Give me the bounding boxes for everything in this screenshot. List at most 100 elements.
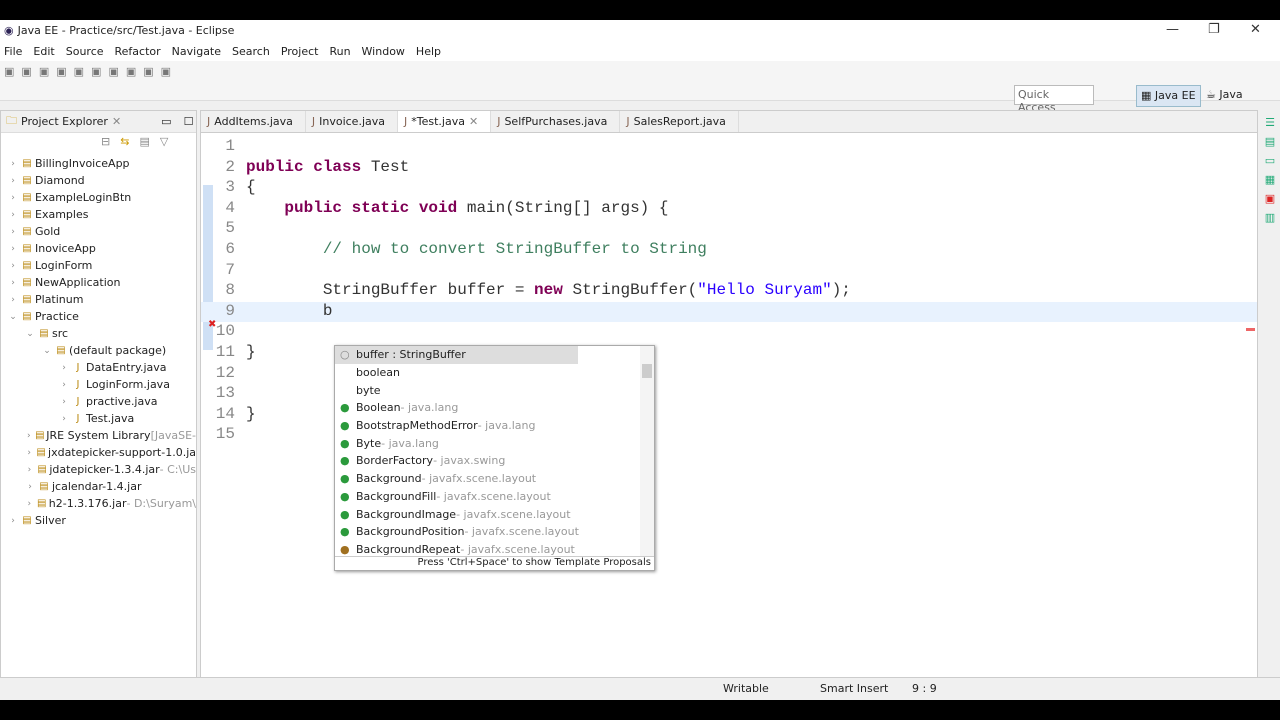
chevron-right-icon[interactable]: › [58, 397, 70, 407]
close-button[interactable]: ✕ [1250, 22, 1261, 37]
completion-item[interactable]: boolean [335, 364, 654, 382]
close-tab-icon[interactable]: ✕ [469, 115, 478, 132]
tree-item[interactable]: › ▤ jdatepicker-1.3.4.jar - C:\Us [1, 461, 196, 478]
markers-icon[interactable]: ▣ [1265, 192, 1275, 205]
chevron-right-icon[interactable]: › [7, 278, 19, 288]
menu-window[interactable]: Window [362, 45, 405, 58]
tree-item[interactable]: › J DataEntry.java [1, 359, 196, 376]
tree-item[interactable]: › ▤ ExampleLoginBtn [1, 189, 196, 206]
completion-item[interactable]: ● Background - javafx.scene.layout [335, 470, 654, 488]
collapse-all-icon[interactable]: ⊟ [101, 135, 110, 148]
chevron-right-icon[interactable]: › [24, 482, 36, 492]
menu-help[interactable]: Help [416, 45, 441, 58]
servers-icon[interactable]: ▦ [1265, 173, 1275, 186]
toolbar-debug-icon[interactable]: ▣ [74, 65, 84, 78]
tree-item[interactable]: ⌄ ▤ src [1, 325, 196, 342]
minimize-button[interactable]: — [1166, 22, 1179, 37]
tree-item[interactable]: › ▤ h2-1.3.176.jar - D:\Suryam\ [1, 495, 197, 512]
tree-item[interactable]: › ▤ Diamond [1, 172, 196, 189]
menu-search[interactable]: Search [232, 45, 270, 58]
completion-item[interactable]: ● BorderFactory - javax.swing [335, 452, 654, 470]
chevron-right-icon[interactable]: › [7, 210, 19, 220]
tree-item[interactable]: ⌄ ▤ Practice [1, 308, 196, 325]
tree-item[interactable]: › J LoginForm.java [1, 376, 196, 393]
error-marker-icon[interactable]: ✖ [208, 319, 216, 330]
toolbar-save-all-icon[interactable]: ▣ [39, 65, 49, 78]
popup-scrollbar[interactable] [640, 346, 654, 556]
completion-item[interactable]: ● BackgroundFill - javafx.scene.layout [335, 488, 654, 506]
toolbar-search-icon[interactable]: ▣ [108, 65, 118, 78]
chevron-down-icon[interactable]: ⌄ [7, 312, 19, 322]
menu-edit[interactable]: Edit [33, 45, 54, 58]
tab-selfpurchasesjava[interactable]: J SelfPurchases.java [491, 111, 621, 132]
maximize-view-icon[interactable]: ☐ [184, 115, 194, 128]
toolbar-new-icon[interactable]: ▣ [4, 65, 14, 78]
chevron-right-icon[interactable]: › [24, 448, 34, 458]
tree-item[interactable]: ⌄ ▤ (default package) [1, 342, 196, 359]
menu-refactor[interactable]: Refactor [115, 45, 161, 58]
chevron-down-icon[interactable]: ⌄ [24, 329, 36, 339]
chevron-right-icon[interactable]: › [7, 193, 19, 203]
toolbar-print-icon[interactable]: ▣ [56, 65, 66, 78]
completion-item[interactable]: ● Byte - java.lang [335, 434, 654, 452]
tree-item[interactable]: › J Test.java [1, 410, 196, 427]
toolbar-save-icon[interactable]: ▣ [21, 65, 31, 78]
menu-file[interactable]: File [4, 45, 22, 58]
tree-item[interactable]: › ▤ Examples [1, 206, 196, 223]
chevron-down-icon[interactable]: ⌄ [41, 346, 53, 356]
toolbar-forward-icon[interactable]: ▣ [161, 65, 171, 78]
chevron-right-icon[interactable]: › [7, 516, 19, 526]
chevron-right-icon[interactable]: › [7, 159, 19, 169]
tree-item[interactable]: › ▤ InoviceApp [1, 240, 196, 257]
view-menu-icon[interactable]: ▽ [160, 135, 168, 148]
tree-item[interactable]: › ▤ NewApplication [1, 274, 196, 291]
menu-run[interactable]: Run [329, 45, 350, 58]
perspective-java-ee[interactable]: ▦ Java EE [1136, 85, 1201, 107]
overview-error-marker[interactable] [1246, 328, 1255, 331]
chevron-right-icon[interactable]: › [7, 261, 19, 271]
outline-icon[interactable]: ☰ [1265, 116, 1275, 129]
tab-invoicejava[interactable]: J Invoice.java [306, 111, 398, 132]
chevron-right-icon[interactable]: › [24, 499, 35, 509]
tree-item[interactable]: › ▤ Gold [1, 223, 196, 240]
filter-icon[interactable]: ▤ [139, 135, 149, 148]
tab-additemsjava[interactable]: J AddItems.java [201, 111, 306, 132]
tree-item[interactable]: › ▤ BillingInvoiceApp [1, 155, 196, 172]
properties-icon[interactable]: ▥ [1265, 211, 1275, 224]
quick-access-input[interactable]: Quick Access [1014, 85, 1094, 114]
tree-item[interactable]: › ▤ Platinum [1, 291, 196, 308]
chevron-right-icon[interactable]: › [7, 227, 19, 237]
chevron-right-icon[interactable]: › [24, 431, 34, 441]
chevron-right-icon[interactable]: › [58, 363, 70, 373]
completion-item[interactable]: ● BackgroundPosition - javafx.scene.layou… [335, 523, 654, 541]
tab-testjava[interactable]: J *Test.java ✕ [398, 111, 492, 132]
task-list-icon[interactable]: ▤ [1265, 135, 1275, 148]
minimize-view-icon[interactable]: ▭ [161, 115, 171, 128]
tree-item[interactable]: › Jpractive.java [1, 393, 196, 410]
completion-item[interactable]: ● BootstrapMethodError - java.lang [335, 417, 654, 435]
toolbar-open-type-icon[interactable]: ▣ [126, 65, 136, 78]
chevron-right-icon[interactable]: › [58, 380, 70, 390]
close-tab-icon[interactable]: ✕ [112, 115, 121, 128]
completion-item[interactable]: ● BackgroundImage - javafx.scene.layout [335, 505, 654, 523]
chevron-right-icon[interactable]: › [7, 176, 19, 186]
perspective-java[interactable]: ☕ Java [1202, 85, 1247, 107]
completion-item[interactable]: byte [335, 381, 654, 399]
menu-project[interactable]: Project [281, 45, 319, 58]
link-editor-icon[interactable]: ⇆ [120, 135, 129, 148]
chevron-right-icon[interactable]: › [7, 244, 19, 254]
menu-navigate[interactable]: Navigate [172, 45, 221, 58]
completion-item[interactable]: ○ buffer : StringBuffer [335, 346, 578, 364]
project-explorer-tab[interactable]: 🗀 Project Explorer ✕ ▭ ☐ [1, 111, 196, 133]
tree-item[interactable]: › ▤ JRE System Library [JavaSE- [1, 427, 196, 444]
tree-item[interactable]: › ▤ Silver [1, 512, 196, 529]
menu-source[interactable]: Source [66, 45, 104, 58]
toolbar-back-icon[interactable]: ▣ [143, 65, 153, 78]
console-icon[interactable]: ▭ [1265, 154, 1275, 167]
chevron-right-icon[interactable]: › [58, 414, 70, 424]
chevron-right-icon[interactable]: › [24, 465, 35, 475]
chevron-right-icon[interactable]: › [7, 295, 19, 305]
toolbar-run-icon[interactable]: ▣ [91, 65, 101, 78]
tab-salesreportjava[interactable]: J SalesReport.java [620, 111, 739, 132]
tree-item[interactable]: › ▤ LoginForm [1, 257, 196, 274]
